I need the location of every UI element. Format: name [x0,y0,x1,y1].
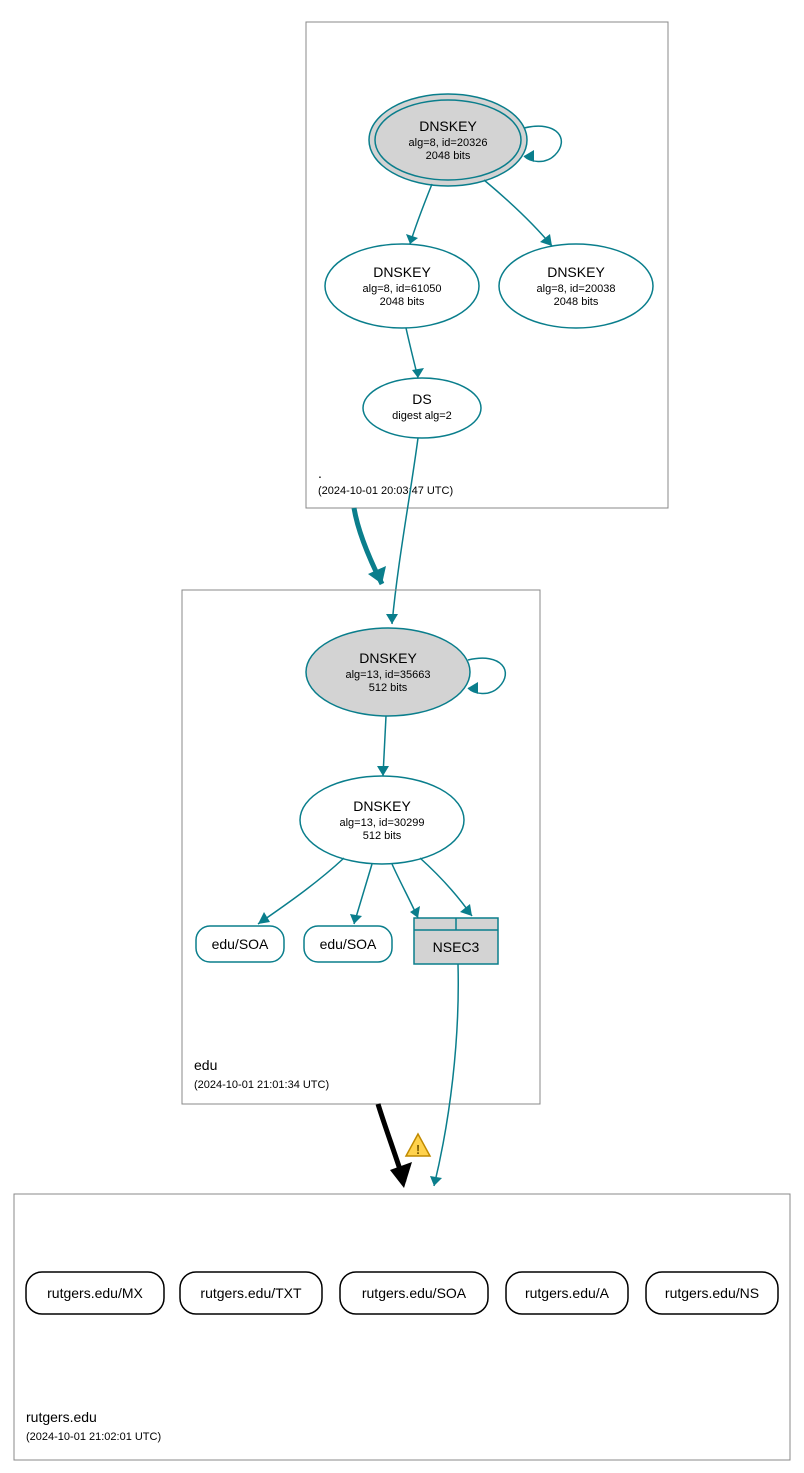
zone-edu-timestamp: (2024-10-01 21:01:34 UTC) [194,1079,329,1091]
edu-zsk-line2: 512 bits [363,830,402,842]
target-rr-1-label: rutgers.edu/TXT [200,1285,302,1301]
target-rr-0[interactable]: rutgers.edu/MX [26,1272,164,1314]
root-zsk-title: DNSKEY [373,264,431,280]
root-ds-line1: digest alg=2 [392,410,452,422]
root-zsk-node[interactable]: DNSKEY alg=8, id=61050 2048 bits [325,244,479,328]
edge-root-ksk-extra-arrow [540,234,552,246]
edge-nsec3-target-arrow [430,1176,442,1186]
zone-edu-label: edu [194,1057,217,1073]
edge-root-ksk-zsk [410,184,432,244]
target-rr-3-label: rutgers.edu/A [525,1285,610,1301]
target-rr-1[interactable]: rutgers.edu/TXT [180,1272,322,1314]
zone-root-timestamp: (2024-10-01 20:03:47 UTC) [318,485,453,497]
edge-root-ksk-extra [484,180,552,246]
root-extrakey-line2: 2048 bits [554,296,599,308]
edge-edu-ksk-zsk-arrow [377,766,389,776]
root-extrakey-title: DNSKEY [547,264,605,280]
edu-soa-1-label: edu/SOA [212,936,269,952]
root-ksk-title: DNSKEY [419,118,477,134]
zone-target-timestamp: (2024-10-01 21:02:01 UTC) [26,1431,161,1443]
edge-edu-zsk-soa2-arrow [350,914,362,924]
root-ksk-line1: alg=8, id=20326 [409,137,488,149]
target-rr-2[interactable]: rutgers.edu/SOA [340,1272,488,1314]
edu-ksk-title: DNSKEY [359,650,417,666]
edu-zsk-title: DNSKEY [353,798,411,814]
zone-target-box [14,1194,790,1460]
root-extrakey-line1: alg=8, id=20038 [537,283,616,295]
edu-ksk-line1: alg=13, id=35663 [345,669,430,681]
edu-nsec3-label: NSEC3 [433,939,480,955]
edu-ksk-node[interactable]: DNSKEY alg=13, id=35663 512 bits [306,628,470,716]
root-ksk-node[interactable]: DNSKEY alg=8, id=20326 2048 bits [369,94,527,186]
edu-zsk-node[interactable]: DNSKEY alg=13, id=30299 512 bits [300,776,464,864]
zone-target-label: rutgers.edu [26,1409,97,1425]
target-rr-2-label: rutgers.edu/SOA [362,1285,467,1301]
root-ds-title: DS [412,391,431,407]
root-zsk-line2: 2048 bits [380,296,425,308]
edu-soa-1[interactable]: edu/SOA [196,926,284,962]
target-rr-3[interactable]: rutgers.edu/A [506,1272,628,1314]
dnssec-diagram: . (2024-10-01 20:03:47 UTC) DNSKEY alg=8… [0,0,804,1473]
edu-ksk-line2: 512 bits [369,682,408,694]
edge-edu-zsk-soa1 [258,858,344,924]
edu-soa-2[interactable]: edu/SOA [304,926,392,962]
edu-nsec3[interactable]: NSEC3 [414,918,498,964]
edge-edu-zsk-nsec3b-arrow [460,904,472,916]
svg-text:!: ! [416,1142,420,1157]
target-rr-0-label: rutgers.edu/MX [47,1285,143,1301]
edge-edu-zsk-nsec3b [420,858,472,916]
root-ds-node[interactable]: DS digest alg=2 [363,378,481,438]
root-ksk-line2: 2048 bits [426,150,471,162]
edge-edu-zsk-soa2 [354,864,372,924]
edge-edu-zsk-nsec3a-arrow [410,906,420,918]
root-zsk-line1: alg=8, id=61050 [363,283,442,295]
edge-ds-eduksk [392,438,418,624]
edu-soa-2-label: edu/SOA [320,936,377,952]
root-extrakey-node[interactable]: DNSKEY alg=8, id=20038 2048 bits [499,244,653,328]
edge-ds-eduksk-arrow [386,614,398,624]
warning-icon: ! [406,1134,430,1157]
edge-edu-zsk-soa1-arrow [258,912,270,924]
target-rr-4[interactable]: rutgers.edu/NS [646,1272,778,1314]
edge-nsec3-target [434,964,458,1186]
target-rr-4-label: rutgers.edu/NS [665,1285,759,1301]
edu-zsk-line1: alg=13, id=30299 [339,817,424,829]
edge-root-zsk-ds-arrow [412,368,424,378]
zone-root-label: . [318,465,322,481]
